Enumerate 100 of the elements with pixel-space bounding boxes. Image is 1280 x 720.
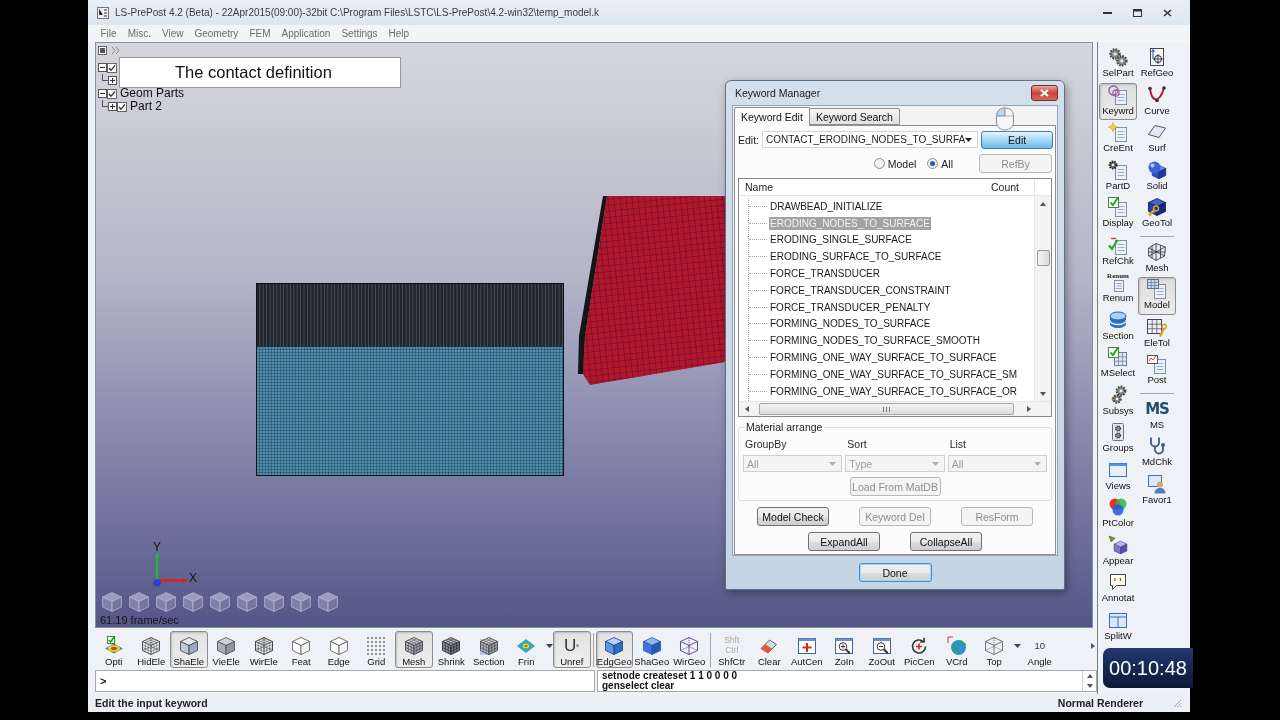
radio-button[interactable] [927,158,939,169]
toolbar-button[interactable]: AutCen [788,631,826,668]
toolbar-button[interactable]: RefChk [1099,232,1137,270]
toolbar-button[interactable]: MSelect [1099,345,1137,383]
menu-item[interactable]: Application [276,25,336,42]
toolbar-button[interactable]: RefGeo [1138,45,1176,83]
toolbar-button[interactable]: WirGeo [670,631,708,668]
keyword-item[interactable]: FORCE_TRANSDUCER_CONSTRAINT [769,283,952,297]
toolbar-button[interactable]: VCrd [938,631,976,668]
scroll-up-icon[interactable] [1086,674,1093,678]
toolbar-button[interactable]: Annotat [1099,570,1137,608]
caret-icon[interactable] [1013,644,1021,648]
scroll-thumb[interactable] [759,403,1014,415]
view-cube-icon[interactable] [316,591,340,613]
3d-viewport[interactable] [95,42,1093,628]
plus-box-icon[interactable] [108,102,117,111]
radio-label[interactable]: All [941,157,953,170]
toolbar-button[interactable]: Mesh [1138,239,1176,277]
radio-label[interactable]: Model [887,157,917,170]
toolbar-button[interactable]: Top [975,631,1013,668]
toolbar-button[interactable]: Groups [1099,420,1137,458]
tree-label[interactable]: Geom Parts [120,87,185,100]
keyword-item[interactable]: FORCE_TRANSDUCER_PENALTY [769,300,932,314]
menu-item[interactable]: Settings [335,25,384,42]
menu-item[interactable]: File [95,25,123,42]
toolbar-button[interactable]: Opti [95,631,133,668]
done-button[interactable]: Done [858,563,932,582]
scroll-left-icon[interactable] [745,406,749,412]
tab[interactable]: Keyword Search [808,108,900,125]
toolbar-button[interactable]: Display [1099,195,1137,233]
menu-item[interactable]: FEM [243,25,276,42]
toolbar-button[interactable]: 10 Angle [1021,631,1059,668]
toolbar-button[interactable]: SplitW [1099,607,1137,645]
toolbar-button[interactable]: MdChk [1138,434,1176,472]
keyword-item[interactable]: FORCE_TRANSDUCER [769,267,881,281]
toolbar-button[interactable]: PtColor [1099,495,1137,533]
view-cube-icon[interactable] [181,591,205,613]
scroll-down-icon[interactable] [1040,392,1046,396]
radio-button[interactable] [873,158,885,169]
keyword-item[interactable]: FORMING_ONE_WAY_SURFACE_TO_SURFACE [769,351,998,365]
plus-box-icon[interactable] [108,76,117,85]
view-cube-icon[interactable] [127,591,151,613]
toolbar-button[interactable]: HidEle [132,631,170,668]
column-header[interactable]: Name [739,179,988,195]
keyword-item[interactable]: ERODING_SURFACE_TO_SURFACE [769,250,943,264]
toolbar-button[interactable]: PicCen [900,631,938,668]
scroll-up-icon[interactable] [1040,202,1046,206]
toolbar-button[interactable]: ZoIn [825,631,863,668]
toolbar-button[interactable]: Solid [1138,157,1176,195]
menu-item[interactable]: Help [383,25,415,42]
toolbar-button[interactable]: GeoTol [1138,195,1176,233]
checkbox[interactable] [107,62,117,73]
toolbar-button[interactable]: Clear [750,631,788,668]
tree-button[interactable]: CollapseAll [910,532,982,551]
scroll-down-icon[interactable] [1086,684,1093,688]
scroll-right-icon[interactable] [1027,406,1031,412]
keyword-item[interactable]: FORMING_NODES_TO_SURFACE_SMOOTH [769,334,981,348]
action-button[interactable]: Model Check [757,507,829,526]
view-cube-icon[interactable] [154,591,178,613]
toolbar-button[interactable]: Shrink [432,631,470,668]
toolbar-button[interactable]: EdgGeo [595,631,633,668]
edit-button[interactable]: Edit [981,130,1054,149]
toolbar-button[interactable]: PartD [1099,157,1137,195]
toolbar-button[interactable]: Edge [320,631,358,668]
view-cube-icon[interactable] [235,591,259,613]
keyword-item[interactable]: ERODING_SINGLE_SURFACE [769,233,913,247]
toolbar-button[interactable]: Section [470,631,508,668]
toolbar-button[interactable]: Frin [507,631,545,668]
toolbar-button[interactable]: SelPart [1099,45,1137,83]
tree-button[interactable]: ExpandAll [808,532,880,551]
menu-item[interactable]: View [156,25,189,42]
toolbar-button[interactable]: Shft Ctrl ShfCtr [713,631,751,668]
vertical-scrollbar[interactable] [1034,196,1051,401]
keyword-item[interactable]: FORMING_NODES_TO_SURFACE [769,317,932,331]
menu-item[interactable]: Geometry [188,25,244,42]
toolbar-button[interactable]: Subsys [1099,382,1137,420]
keyword-item[interactable]: DRAWBEAD_INITIALIZE [769,199,884,213]
view-cube-icon[interactable] [208,591,232,613]
toolbar-button[interactable]: U Unref [553,631,591,668]
toolbar-button[interactable]: Curve [1138,82,1176,120]
minus-box-icon[interactable] [98,63,107,72]
toolbar-button[interactable]: MS MS [1138,396,1176,434]
view-cube-icon[interactable] [289,591,313,613]
toolbar-button[interactable]: Keywrd [1099,82,1137,120]
toolbar-button[interactable]: ZoOut [863,631,901,668]
keyword-item[interactable]: FORMING_ONE_WAY_SURFACE_TO_SURFACE_OR [769,384,1019,398]
toolbar-button[interactable]: Mesh [395,631,433,668]
view-cube-icon[interactable] [262,591,286,613]
minus-box-icon[interactable] [98,89,107,98]
caret-icon[interactable] [545,644,553,648]
keyword-combo[interactable]: CONTACT_ERODING_NODES_TO_SURFA [762,131,979,148]
toolbar-button[interactable]: VieEle [207,631,245,668]
toolbar-button[interactable]: EleTol [1138,314,1176,352]
chevron-right-icon[interactable] [1091,643,1095,649]
tree-label[interactable]: Part 2 [130,100,162,113]
toolbar-button[interactable]: Surf [1138,120,1176,158]
toolbar-button[interactable]: Views [1099,457,1137,495]
toolbar-button[interactable]: Appear [1099,532,1137,570]
checkbox[interactable] [117,101,127,112]
resize-grip-icon[interactable] [1173,698,1182,708]
